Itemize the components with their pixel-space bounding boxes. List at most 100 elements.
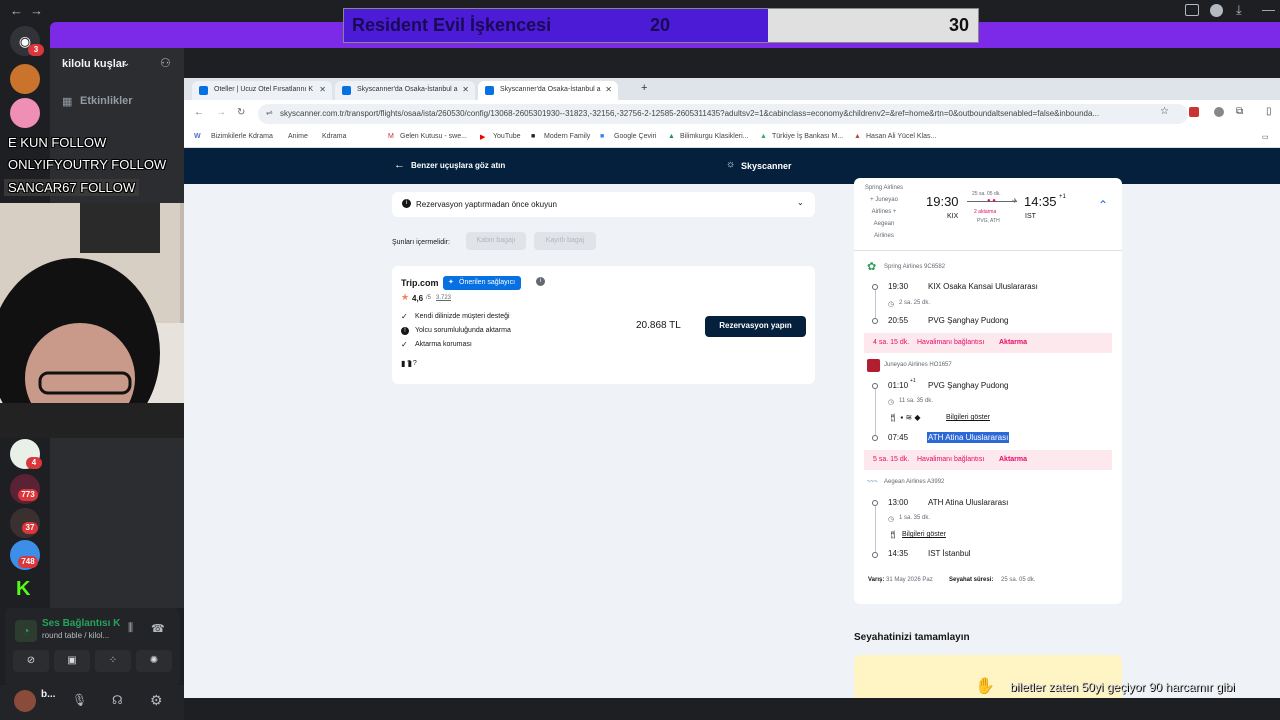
folder-icon[interactable]: ▭ [1262,133,1269,141]
username[interactable]: b... [41,689,55,700]
minimize-icon[interactable]: — [1262,2,1275,17]
close-tab-icon[interactable]: ✕ [462,85,469,94]
layover-row: 5 sa. 15 dk. Havalimanı bağlantısı Aktar… [864,450,1112,470]
bookmark-item[interactable]: Modern Family [544,133,590,140]
departure-time: 19:30 [926,194,959,209]
info-icon: i [402,199,411,208]
star-icon: ★ [401,292,410,302]
kick-icon[interactable]: K [16,578,30,601]
score-right-value: 30 [949,15,970,35]
layover-tag: Aktarma [999,456,1028,463]
extension-icon[interactable] [1214,107,1224,117]
back-arrow-icon[interactable]: ← [10,3,23,18]
bookmark-item[interactable]: Anime [288,133,308,140]
close-tab-icon[interactable]: ✕ [319,85,326,94]
extension-icon[interactable] [1189,107,1199,117]
checked-bag-filter[interactable]: Kayıtlı bagaj [534,232,596,250]
settings-gear-icon[interactable]: ⚙ [150,692,163,709]
bookmark-item[interactable]: Bizimkilerle Kdrama [211,133,273,140]
browser-tab-active[interactable]: Skyscanner'da Osaka-İstanbul a ✕ [478,81,618,100]
collapse-chevron-icon[interactable]: ⌃ [1098,198,1108,212]
show-info-link[interactable]: Bilgileri göster [946,414,990,421]
chevron-down-icon[interactable]: ⌄ [797,198,804,207]
soundboard-icon[interactable]: ✺ [136,650,172,672]
arrival-label: Varış: [868,577,885,583]
provider-card: Trip.com ✦ Önerilen sağlayıcı i ★ 4,6 /5 … [392,266,815,384]
notification-badge: 748 [18,556,38,568]
close-tab-icon[interactable]: ✕ [605,85,612,94]
tab-label: Oteller | Ucuz Otel Fırsatlarını K [214,86,314,93]
help-icon[interactable] [1210,4,1223,17]
bookmark-icon: ▲ [854,133,861,140]
layover-row: 4 sa. 15 dk. Havalimanı bağlantısı Aktar… [864,333,1112,353]
brand-logo: Skyscanner [741,161,792,171]
back-icon[interactable]: ← [194,107,204,118]
disconnect-icon[interactable]: ☎ [151,622,165,635]
info-icon[interactable]: i [536,277,545,286]
follow-alert: SANCAR67 FOLLOW [4,179,140,196]
new-tab-button[interactable]: + [641,82,647,94]
show-info-link[interactable]: Bilgileri göster [902,531,946,538]
bookmark-item[interactable]: YouTube [493,133,521,140]
back-arrow-icon[interactable]: ← [394,159,405,171]
bookmark-item[interactable]: Kdrama [322,133,347,140]
inbox-icon[interactable] [1185,4,1199,16]
calendar-icon: ▦ [62,96,73,108]
read-before-card[interactable]: i Rezervasyon yaptırmadan önce okuyun ⌄ [392,192,815,217]
cabin-bag-filter[interactable]: Kabin bagajı [466,232,526,250]
voice-status[interactable]: Ses Bağlantısı K [42,618,120,629]
chevron-down-icon[interactable]: ⌄ [122,58,130,69]
rating-value: 4,6 [412,294,424,303]
airlines-list: Spring Airlines + Juneyao Airlines + Aeg… [858,182,910,242]
tab-label: Skyscanner'da Osaka-İstanbul a [500,86,601,93]
back-link[interactable]: Benzer uçuşlara göz atın [411,161,505,170]
browser-tab[interactable]: Skyscanner'da Osaka-İstanbul a ✕ [335,81,475,100]
review-count[interactable]: 3.723 [436,295,451,301]
sidepanel-icon[interactable]: ▯ [1266,106,1272,117]
avatar[interactable] [14,690,36,712]
bookmark-icon[interactable]: W [194,133,201,140]
site-info-icon[interactable]: ⇌ [266,108,273,117]
bookmark-star-icon[interactable]: ☆ [1160,106,1169,117]
divider [854,250,1122,251]
guild-name[interactable]: kilolu kuşlar [62,58,126,70]
invite-icon[interactable]: ⚇ [160,56,171,70]
server-icon[interactable] [10,64,40,94]
notification-badge: 773 [18,489,38,501]
bookmark-item[interactable]: Hasan Ali Yücel Klas... [866,133,936,140]
amenity-icons: 🍴︎ ▪ ≋ ◆ [888,413,921,422]
headphones-icon[interactable]: ☊ [112,693,123,707]
extensions-puzzle-icon[interactable]: ⧉ [1236,106,1243,117]
trip-duration: 25 sa. 05 dk. [972,191,1001,197]
activities-icon[interactable]: ⁘ [95,650,131,672]
leg-arrival-airport: IST İstanbul [928,549,971,558]
book-button[interactable]: Rezervasyon yapın [705,316,806,337]
bookmark-item[interactable]: Gelen Kutusu - swe... [400,133,467,140]
address-bar[interactable]: ⇌ skyscanner.com.tr/transport/flights/os… [258,104,1188,124]
voice-channel[interactable]: round table / kilol... [42,631,109,640]
bookmark-icon: ▲ [668,133,675,140]
reload-icon[interactable]: ↻ [237,107,245,118]
forward-icon[interactable]: → [216,107,226,118]
signal-icon[interactable]: ◔ [15,620,37,642]
noise-icon[interactable]: ⫼ [128,622,133,635]
hand-emoji-icon: ✋ [975,678,995,695]
feature-item: Yolcu sorumluluğunda aktarma [415,327,511,334]
bookmark-item[interactable]: Türkiye İş Bankası M... [772,133,843,140]
stop-dots: ● ● [987,198,996,204]
airline-name: Spring Airlines [864,185,904,191]
score-title: Resident Evil İşkencesi [352,15,552,35]
events-channel[interactable]: Etkinlikler [80,95,133,107]
screen-share-icon[interactable]: ▣ [54,650,90,672]
alert-icon: ! [401,327,409,335]
stop-codes: PVG, ATH [977,218,1000,224]
camera-off-icon[interactable]: ⊘ [13,650,49,672]
forward-arrow-icon[interactable]: → [30,3,43,18]
bookmark-item[interactable]: Google Çeviri [614,133,656,140]
download-icon[interactable]: ⤓ [1236,2,1242,18]
microphone-icon[interactable]: 🎙︎ [72,693,87,707]
bookmark-item[interactable]: Bilimkurgu Klasikleri... [680,133,748,140]
server-icon[interactable] [10,98,40,128]
imdb-icon: ■ [531,133,536,140]
browser-tab[interactable]: Oteller | Ucuz Otel Fırsatlarını K ✕ [192,81,332,100]
